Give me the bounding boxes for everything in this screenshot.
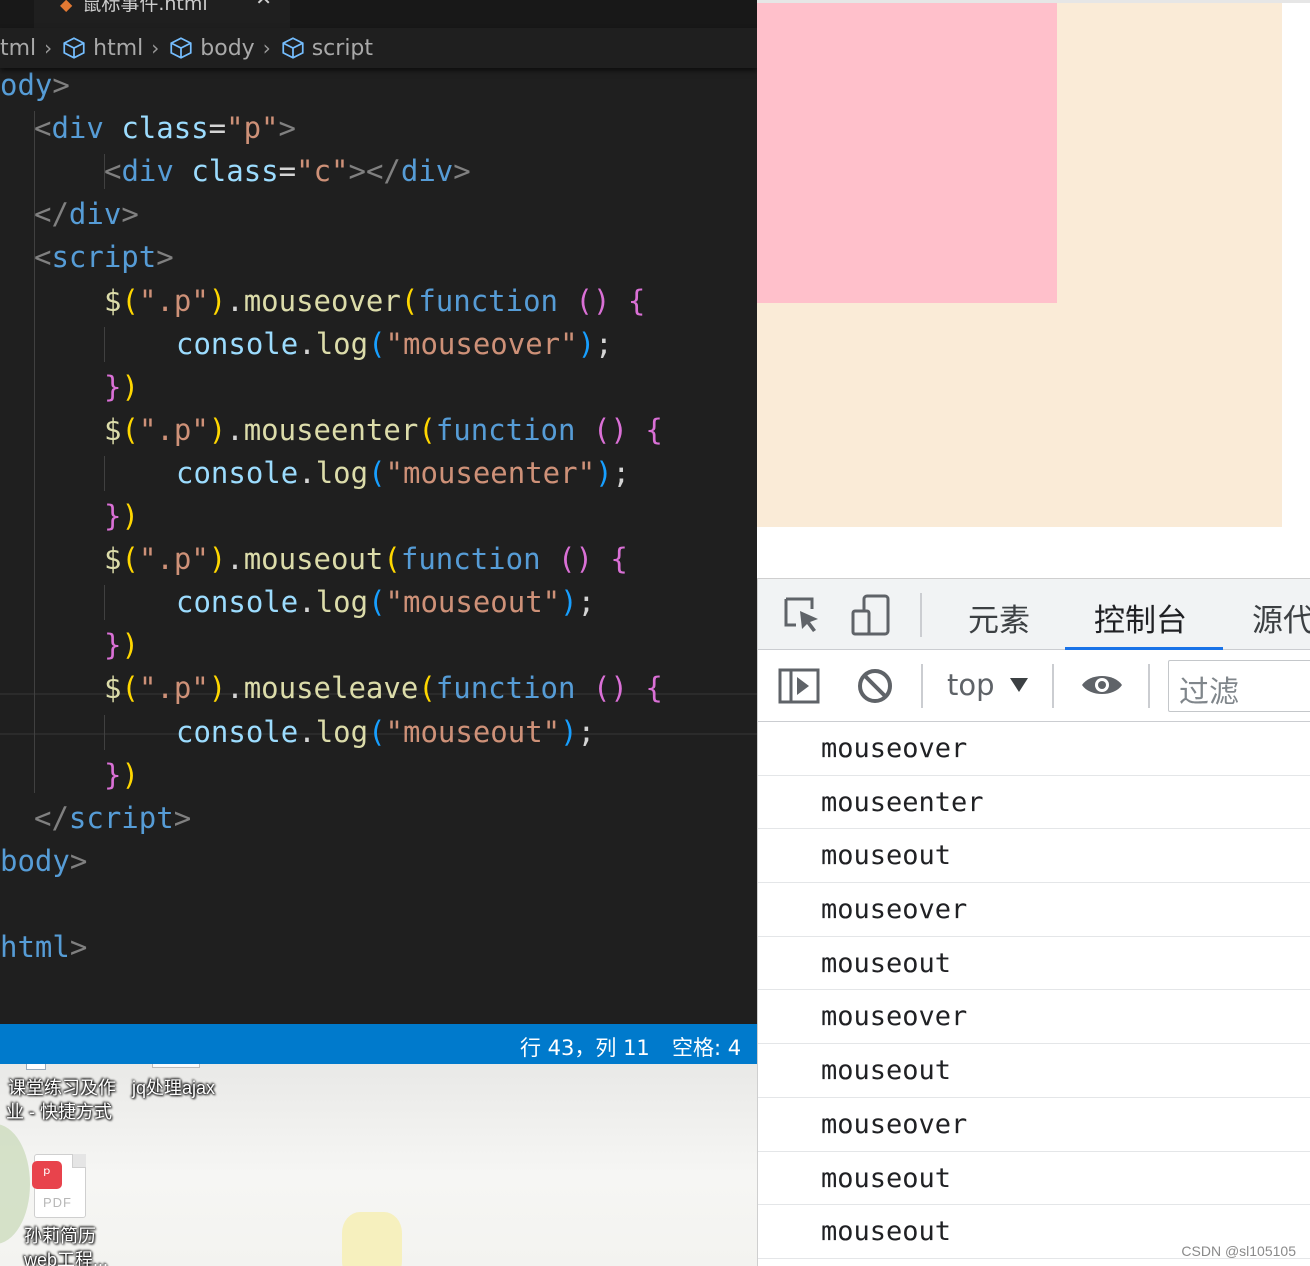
html5-file-icon: ◆ xyxy=(60,0,73,14)
code-line: <script> xyxy=(34,240,174,275)
code-editor[interactable]: ◆鼠标事件.html ✕ tml › html › body › script … xyxy=(0,0,757,1024)
code-line: console.log("mouseover"); xyxy=(176,326,613,361)
indent-guide xyxy=(104,154,105,190)
pdf-type-label: PDF xyxy=(43,1195,72,1210)
toolbar-divider xyxy=(920,593,922,637)
device-toolbar-icon[interactable] xyxy=(850,593,892,637)
breadcrumb-item-script[interactable]: script xyxy=(280,35,373,61)
code-line: <div class="c"></div> xyxy=(104,154,471,189)
console-message[interactable]: mouseout xyxy=(758,1044,1310,1098)
console-toolbar: top 过滤 xyxy=(758,650,1310,722)
toolbar-divider xyxy=(1052,664,1054,708)
inner-div-c[interactable] xyxy=(757,3,1057,303)
devtools-tab-bar: 元素 控制台 源代 xyxy=(758,578,1310,650)
live-expression-eye-icon[interactable] xyxy=(1080,670,1124,700)
code-line: }) xyxy=(104,757,139,792)
indent-spaces[interactable]: 空格: 4 xyxy=(672,1032,741,1062)
code-line: body> xyxy=(0,843,88,878)
code-line: ody> xyxy=(0,68,70,102)
code-line: </div> xyxy=(34,197,139,232)
inspect-element-icon[interactable] xyxy=(782,595,822,635)
desktop-icon-label[interactable]: 课堂练习及作 业 - 快捷方式 xyxy=(6,1076,116,1124)
desktop-icon-label[interactable]: jq处理ajax xyxy=(132,1076,215,1100)
folder-icon[interactable] xyxy=(152,1064,200,1068)
console-message[interactable]: mouseenter xyxy=(758,776,1310,830)
code-line: $(".p").mouseover(function () { xyxy=(104,283,646,318)
clear-console-icon[interactable] xyxy=(856,667,894,705)
indent-guide xyxy=(104,455,105,491)
breadcrumb: tml › html › body › script xyxy=(0,28,757,68)
code-line: }) xyxy=(104,499,139,533)
breadcrumb-item-body[interactable]: body xyxy=(168,35,255,61)
show-sidebar-icon[interactable] xyxy=(778,666,820,706)
desktop-background: 课堂练习及作 业 - 快捷方式 jq处理ajax ᵖ PDF 孙莉简历 web工… xyxy=(0,1064,757,1266)
code-line: $(".p").mouseout(function () { xyxy=(104,542,628,577)
close-tab-icon[interactable]: ✕ xyxy=(255,0,272,8)
browser-viewport xyxy=(757,0,1310,578)
code-line: <div class="p"> xyxy=(34,111,296,146)
code-line: console.log("mouseenter"); xyxy=(176,455,630,490)
element-cube-icon xyxy=(282,37,304,59)
breadcrumb-separator: › xyxy=(151,36,160,60)
code-line: $(".p").mouseleave(function () { xyxy=(104,671,663,706)
context-selector[interactable]: top xyxy=(947,668,995,702)
indent-guide xyxy=(34,111,35,793)
devtools-panel: 元素 控制台 源代 top 过滤 mouseover mouseenter mous… xyxy=(757,578,1310,1266)
console-message-list: mouseover mouseenter mouseout mouseover mous… xyxy=(758,722,1310,1259)
pdf-reader-badge-icon: ᵖ xyxy=(32,1161,62,1189)
code-text-area[interactable]: ody> <div class="p"> <div class="c"></div>… xyxy=(0,68,757,1024)
pdf-file-icon[interactable]: ᵖ PDF xyxy=(32,1154,86,1218)
tab-console[interactable]: 控制台 xyxy=(1094,595,1187,640)
watermark: CSDN @sl105105 xyxy=(1181,1243,1296,1259)
code-line: console.log("mouseout"); xyxy=(176,585,596,620)
wallpaper-flower xyxy=(342,1212,402,1266)
editor-tab-filename: 鼠标事件.html xyxy=(82,0,208,15)
chevron-down-icon[interactable] xyxy=(1010,678,1028,692)
code-line: </script> xyxy=(34,800,192,835)
toolbar-divider xyxy=(921,664,923,708)
editor-tab-bar: ◆ 鼠标事件.html ✕ xyxy=(0,0,757,28)
console-message[interactable]: mouseover xyxy=(758,990,1310,1045)
console-message[interactable]: mouseover xyxy=(758,722,1310,776)
console-message[interactable]: mouseover xyxy=(758,1098,1310,1152)
element-cube-icon xyxy=(170,37,192,59)
breadcrumb-item-html[interactable]: html xyxy=(61,35,143,61)
console-message[interactable]: mouseout xyxy=(758,937,1310,991)
breadcrumb-separator: › xyxy=(44,36,53,60)
console-message[interactable]: mouseout xyxy=(758,1152,1310,1206)
tab-elements[interactable]: 元素 xyxy=(968,595,1030,640)
indent-guide xyxy=(104,714,105,750)
breadcrumb-separator: › xyxy=(262,36,271,60)
editor-tab-active[interactable]: ◆ 鼠标事件.html ✕ xyxy=(34,0,290,28)
shortcut-icon[interactable] xyxy=(26,1064,46,1070)
element-cube-icon xyxy=(63,37,85,59)
desktop-icon-label[interactable]: 孙莉简历 web工程... xyxy=(24,1224,108,1266)
console-message[interactable]: mouseover xyxy=(758,883,1310,937)
breadcrumb-item-root[interactable]: tml xyxy=(0,36,36,61)
indent-guide xyxy=(104,326,105,362)
console-message[interactable]: mouseout xyxy=(758,829,1310,884)
page-fold xyxy=(72,1154,86,1168)
toolbar-divider xyxy=(1148,664,1150,708)
code-line: }) xyxy=(104,369,139,404)
cursor-position[interactable]: 行 43，列 11 xyxy=(520,1032,650,1062)
code-line: html> xyxy=(0,930,88,964)
status-bar: 行 43，列 11 空格: 4 xyxy=(0,1024,757,1064)
tab-sources[interactable]: 源代 xyxy=(1252,595,1310,640)
indent-guide xyxy=(104,585,105,621)
console-filter-input[interactable]: 过滤 xyxy=(1168,660,1310,712)
code-line: console.log("mouseout"); xyxy=(176,714,596,749)
code-line: $(".p").mouseenter(function () { xyxy=(104,412,663,447)
code-line: }) xyxy=(104,628,139,663)
